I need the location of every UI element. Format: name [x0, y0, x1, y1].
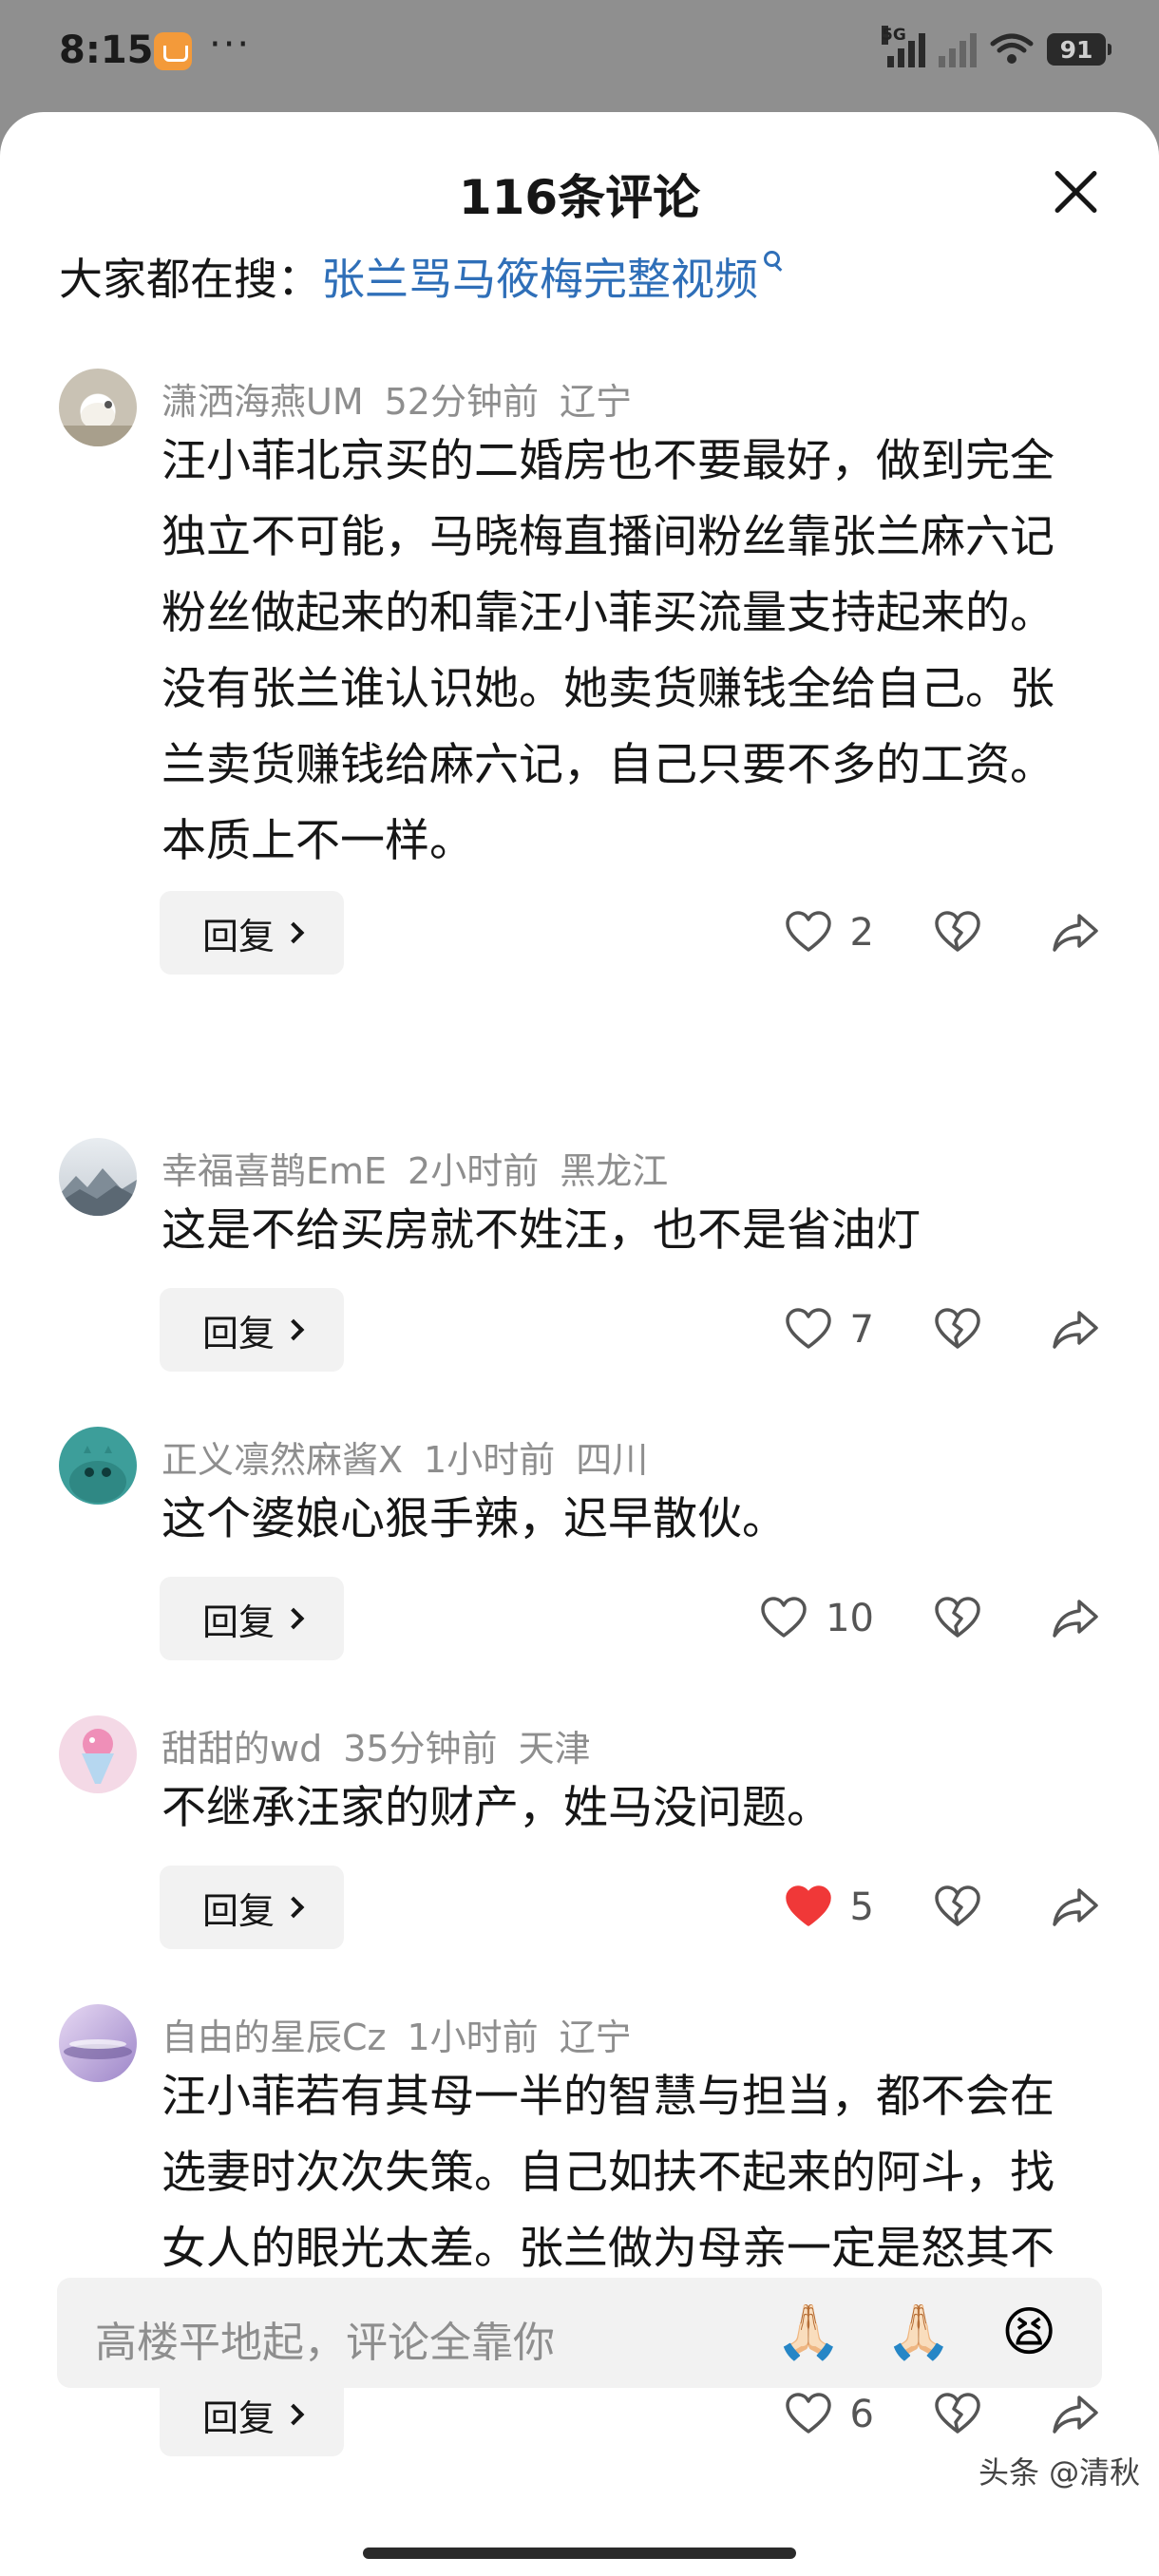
comment-location: 辽宁	[559, 381, 632, 423]
like-button[interactable]: 2	[784, 891, 874, 975]
comment-meta: 幸福喜鹊EmE 2小时前 黑龙江	[162, 1142, 668, 1194]
like-button[interactable]: 10	[759, 1577, 874, 1660]
like-count: 2	[849, 911, 874, 955]
broken-heart-icon[interactable]	[933, 908, 982, 957]
avatar[interactable]	[59, 1715, 137, 1793]
comment-meta: 自由的星辰Cz 1小时前 辽宁	[162, 2008, 632, 2060]
comment-meta: 正义凛然麻酱X 1小时前 四川	[162, 1430, 648, 1483]
username[interactable]: 自由的星辰Cz	[162, 2017, 386, 2058]
search-icon[interactable]	[762, 249, 785, 277]
wifi-icon	[990, 32, 1034, 66]
emoji-weary-icon[interactable]: 😫	[1001, 2302, 1056, 2363]
comment-text: 这个婆娘心狠手辣，迟早散伙。	[162, 1493, 787, 1545]
comment-text: 汪小菲北京买的二婚房也不要最好，做到完全独立不可能，马晓梅直播间粉丝靠张兰麻六记…	[162, 435, 1054, 867]
status-bar: 8:15 ··· 5G 91	[0, 0, 1159, 106]
comment-time: 1小时前	[424, 1439, 556, 1481]
emoji-pray-light-icon[interactable]: 🙏🏻	[775, 2302, 842, 2363]
broken-heart-icon[interactable]	[933, 1305, 982, 1354]
username[interactable]: 甜甜的wd	[162, 1728, 322, 1770]
comment-actions: 7	[0, 1288, 1159, 1372]
comment-sheet: 116条评论 大家都在搜： 张兰骂马筱梅完整视频 潇洒海燕UM 52分钟前 辽宁 汪…	[0, 112, 1159, 2576]
comment-text: 这是不给买房就不姓汪，也不是省油灯	[162, 1204, 921, 1257]
heart-icon	[785, 1308, 831, 1349]
battery-icon: 91	[1047, 33, 1112, 66]
comment-meta: 甜甜的wd 35分钟前 天津	[162, 1719, 591, 1771]
heart-icon	[785, 2393, 831, 2434]
share-icon[interactable]	[1051, 908, 1100, 957]
comment-actions: 2	[0, 891, 1159, 975]
comment-text: 不继承汪家的财产，姓马没问题。	[162, 1782, 831, 1834]
emoji-pray-icon[interactable]: 🙏🏻	[885, 2302, 952, 2363]
home-indicator[interactable]	[363, 2548, 796, 2559]
username[interactable]: 正义凛然麻酱X	[162, 1439, 403, 1481]
share-icon[interactable]	[1051, 1594, 1100, 1643]
like-button[interactable]: 7	[784, 1288, 874, 1372]
avatar[interactable]	[59, 369, 137, 446]
shopping-bag-icon	[154, 32, 192, 70]
like-count: 6	[849, 2393, 874, 2436]
hot-search-link[interactable]: 张兰骂马筱梅完整视频	[321, 245, 758, 308]
comment-input[interactable]: 高楼平地起，评论全靠你 🙏🏻 🙏🏻 😫	[57, 2278, 1102, 2388]
comment-meta: 潇洒海燕UM 52分钟前 辽宁	[162, 372, 632, 425]
sheet-title: 116条评论	[458, 170, 701, 225]
broken-heart-icon[interactable]	[933, 1883, 982, 1932]
status-indicators: 5G 91	[882, 26, 1112, 72]
like-button[interactable]: 5	[784, 1866, 874, 1949]
hot-search: 大家都在搜： 张兰骂马筱梅完整视频	[59, 245, 785, 308]
heart-filled-icon	[785, 1885, 831, 1926]
broken-heart-icon[interactable]	[933, 2390, 982, 2439]
comment-location: 辽宁	[559, 2017, 632, 2058]
comment-location: 天津	[518, 1728, 591, 1770]
avatar[interactable]	[59, 1138, 137, 1216]
signal-icon	[939, 31, 977, 67]
comment-input-placeholder: 高楼平地起，评论全靠你	[95, 2319, 555, 2367]
like-count: 7	[849, 1308, 874, 1352]
watermark: 头条 @清秋	[978, 2454, 1141, 2491]
share-icon[interactable]	[1051, 1883, 1100, 1932]
avatar[interactable]	[59, 1427, 137, 1505]
status-time: 8:15	[59, 28, 154, 72]
comment-location: 四川	[576, 1439, 649, 1481]
more-notifications-icon: ···	[209, 23, 252, 66]
share-icon[interactable]	[1051, 2390, 1100, 2439]
comment-actions: 5	[0, 1866, 1159, 1949]
username[interactable]: 潇洒海燕UM	[162, 381, 364, 423]
signal-5g-icon: 5G	[882, 26, 925, 67]
username[interactable]: 幸福喜鹊EmE	[162, 1150, 387, 1192]
like-count: 10	[826, 1597, 874, 1640]
comment-location: 黑龙江	[560, 1150, 669, 1192]
broken-heart-icon[interactable]	[933, 1594, 982, 1643]
heart-icon	[761, 1597, 807, 1638]
comment-time: 2小时前	[408, 1150, 540, 1192]
share-icon[interactable]	[1051, 1305, 1100, 1354]
avatar[interactable]	[59, 2004, 137, 2082]
heart-icon	[785, 911, 831, 952]
comment-actions: 10	[0, 1577, 1159, 1660]
comment-time: 1小时前	[407, 2017, 539, 2058]
close-icon[interactable]	[1049, 165, 1102, 218]
hot-search-prefix: 大家都在搜：	[59, 254, 321, 305]
like-count: 5	[849, 1885, 874, 1929]
comment-time: 35分钟前	[343, 1728, 498, 1770]
comment-time: 52分钟前	[384, 381, 539, 423]
